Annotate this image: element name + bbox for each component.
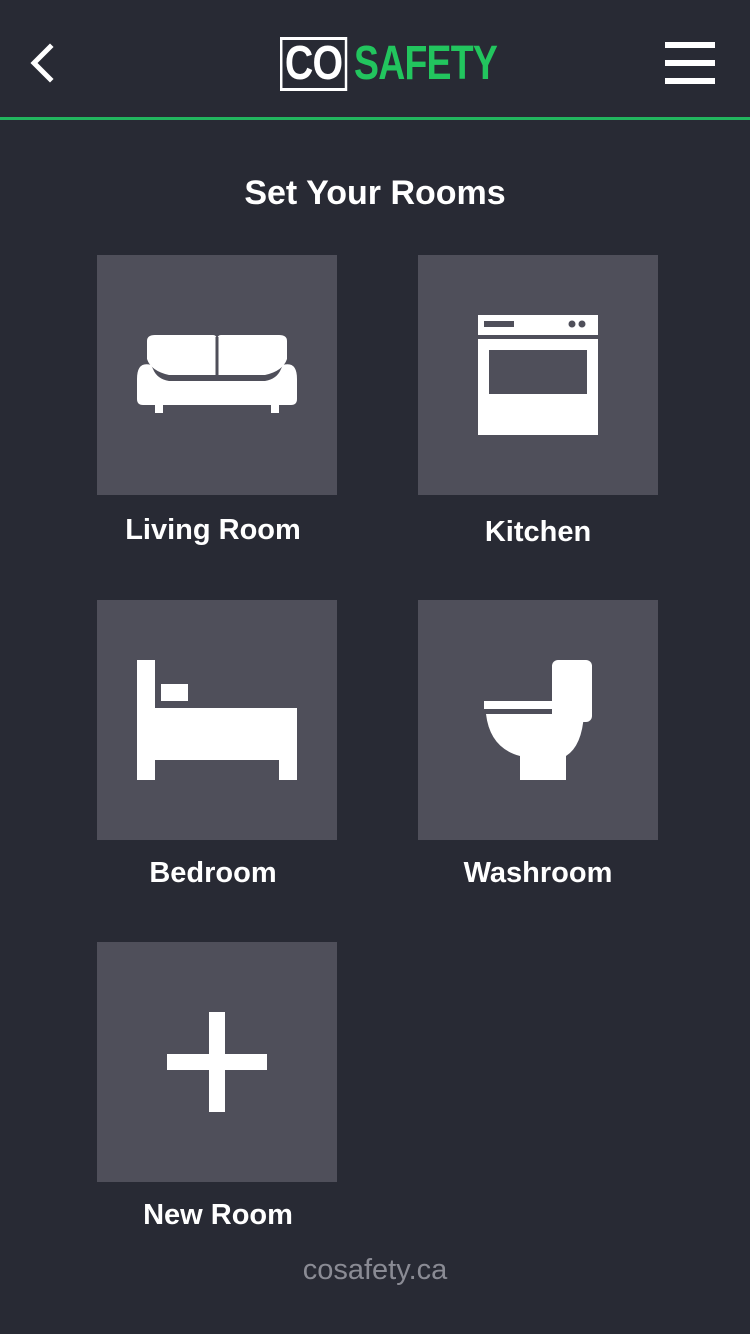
room-label-bedroom: Bedroom [149,857,277,889]
hamburger-menu-icon [665,42,715,84]
oven-icon [478,315,598,435]
app-header: CO SAFETY [0,0,750,117]
logo-safety-text: SAFETY [354,37,498,90]
menu-button[interactable] [660,38,720,88]
page-title: Set Your Rooms [244,174,506,212]
footer-website-link[interactable]: cosafety.ca [0,1252,750,1288]
room-label-new-room: New Room [143,1199,293,1231]
room-tile-bedroom[interactable] [97,600,337,840]
room-label-kitchen: Kitchen [484,516,592,548]
sofa-icon [137,335,297,413]
app-logo: CO SAFETY [280,36,537,92]
logo-co-text: CO [280,37,348,91]
chevron-left-icon [30,43,54,83]
room-label-living-room: Living Room [125,514,301,546]
room-tile-living-room[interactable] [97,255,337,495]
toilet-icon [484,660,592,780]
rooms-screen: CO SAFETY Set Your Rooms Living Room Kit… [0,0,750,1334]
back-button[interactable] [22,38,66,88]
plus-icon [167,1012,267,1112]
room-label-washroom: Washroom [463,857,613,889]
new-room-tile[interactable] [97,942,337,1182]
bed-icon [137,660,297,780]
room-tile-washroom[interactable] [418,600,658,840]
room-tile-kitchen[interactable] [418,255,658,495]
header-divider [0,117,750,120]
